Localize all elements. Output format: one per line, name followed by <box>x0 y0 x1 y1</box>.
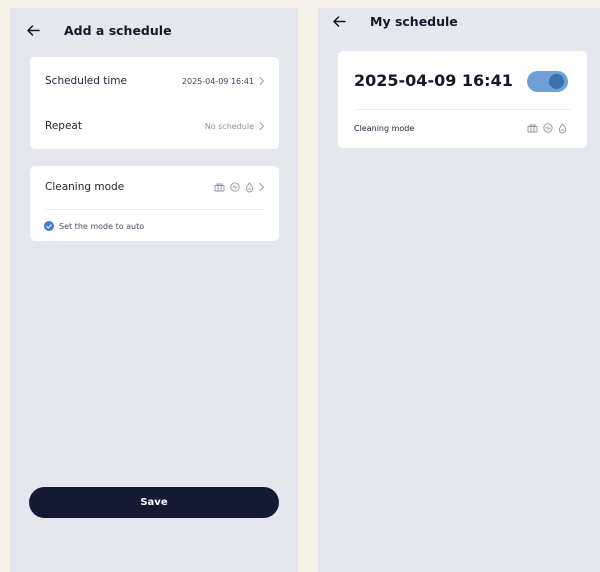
auto-mode-option[interactable]: Set the mode to auto <box>44 221 144 231</box>
mop-icon <box>214 183 225 191</box>
repeat-row[interactable]: Repeat No schedule <box>45 116 265 136</box>
repeat-label: Repeat <box>45 120 82 132</box>
chevron-right-icon <box>259 121 265 131</box>
cleaning-mode-row[interactable]: Cleaning mode <box>354 118 567 138</box>
back-button[interactable] <box>328 10 350 32</box>
suction-icon <box>230 182 240 192</box>
repeat-value-group: No schedule <box>205 121 265 131</box>
auto-mode-text: Set the mode to auto <box>59 221 145 231</box>
my-schedule-screen: My schedule 2025-04-09 16:41 Cleaning mo… <box>318 8 600 572</box>
cleaning-mode-label: Cleaning mode <box>354 123 415 133</box>
arrow-left-icon <box>26 24 40 36</box>
check-circle-icon[interactable] <box>44 221 54 231</box>
arrow-left-icon <box>332 15 346 27</box>
my-schedule-header: My schedule <box>318 8 600 36</box>
cleaning-mode-row[interactable]: Cleaning mode <box>45 177 265 197</box>
mop-icon <box>527 124 538 132</box>
cleaning-mode-icons <box>527 122 567 134</box>
scheduled-time-row[interactable]: Scheduled time 2025-04-09 16:41 <box>45 71 265 91</box>
schedule-time: 2025-04-09 16:41 <box>354 71 513 90</box>
scheduled-time-value-group: 2025-04-09 16:41 <box>182 76 265 86</box>
water-drop-icon <box>558 122 567 133</box>
page-title: Add a schedule <box>64 22 172 38</box>
schedule-item-card[interactable]: 2025-04-09 16:41 Cleaning mode <box>338 51 587 148</box>
scheduled-time-value: 2025-04-09 16:41 <box>181 76 254 86</box>
save-button[interactable]: Save <box>29 487 279 518</box>
toggle-knob <box>549 74 564 89</box>
page-title: My schedule <box>370 13 458 29</box>
cleaning-mode-label: Cleaning mode <box>45 181 125 193</box>
schedule-settings-card: Scheduled time 2025-04-09 16:41 Repeat N… <box>30 57 279 149</box>
cleaning-mode-card: Cleaning mode Set the mode to auto <box>30 166 279 241</box>
schedule-enable-toggle[interactable] <box>527 71 568 92</box>
suction-icon <box>543 123 553 133</box>
scheduled-time-label: Scheduled time <box>45 75 127 87</box>
card-divider <box>45 209 264 210</box>
back-button[interactable] <box>22 19 44 41</box>
card-divider <box>354 109 571 110</box>
chevron-right-icon <box>259 182 265 192</box>
chevron-right-icon <box>259 76 265 86</box>
add-schedule-screen: Add a schedule Scheduled time 2025-04-09… <box>10 8 298 572</box>
cleaning-mode-icons <box>214 181 254 193</box>
cleaning-mode-icons-group <box>214 181 265 193</box>
water-drop-icon <box>245 181 254 192</box>
add-schedule-header: Add a schedule <box>10 15 298 45</box>
repeat-value: No schedule <box>204 121 254 131</box>
